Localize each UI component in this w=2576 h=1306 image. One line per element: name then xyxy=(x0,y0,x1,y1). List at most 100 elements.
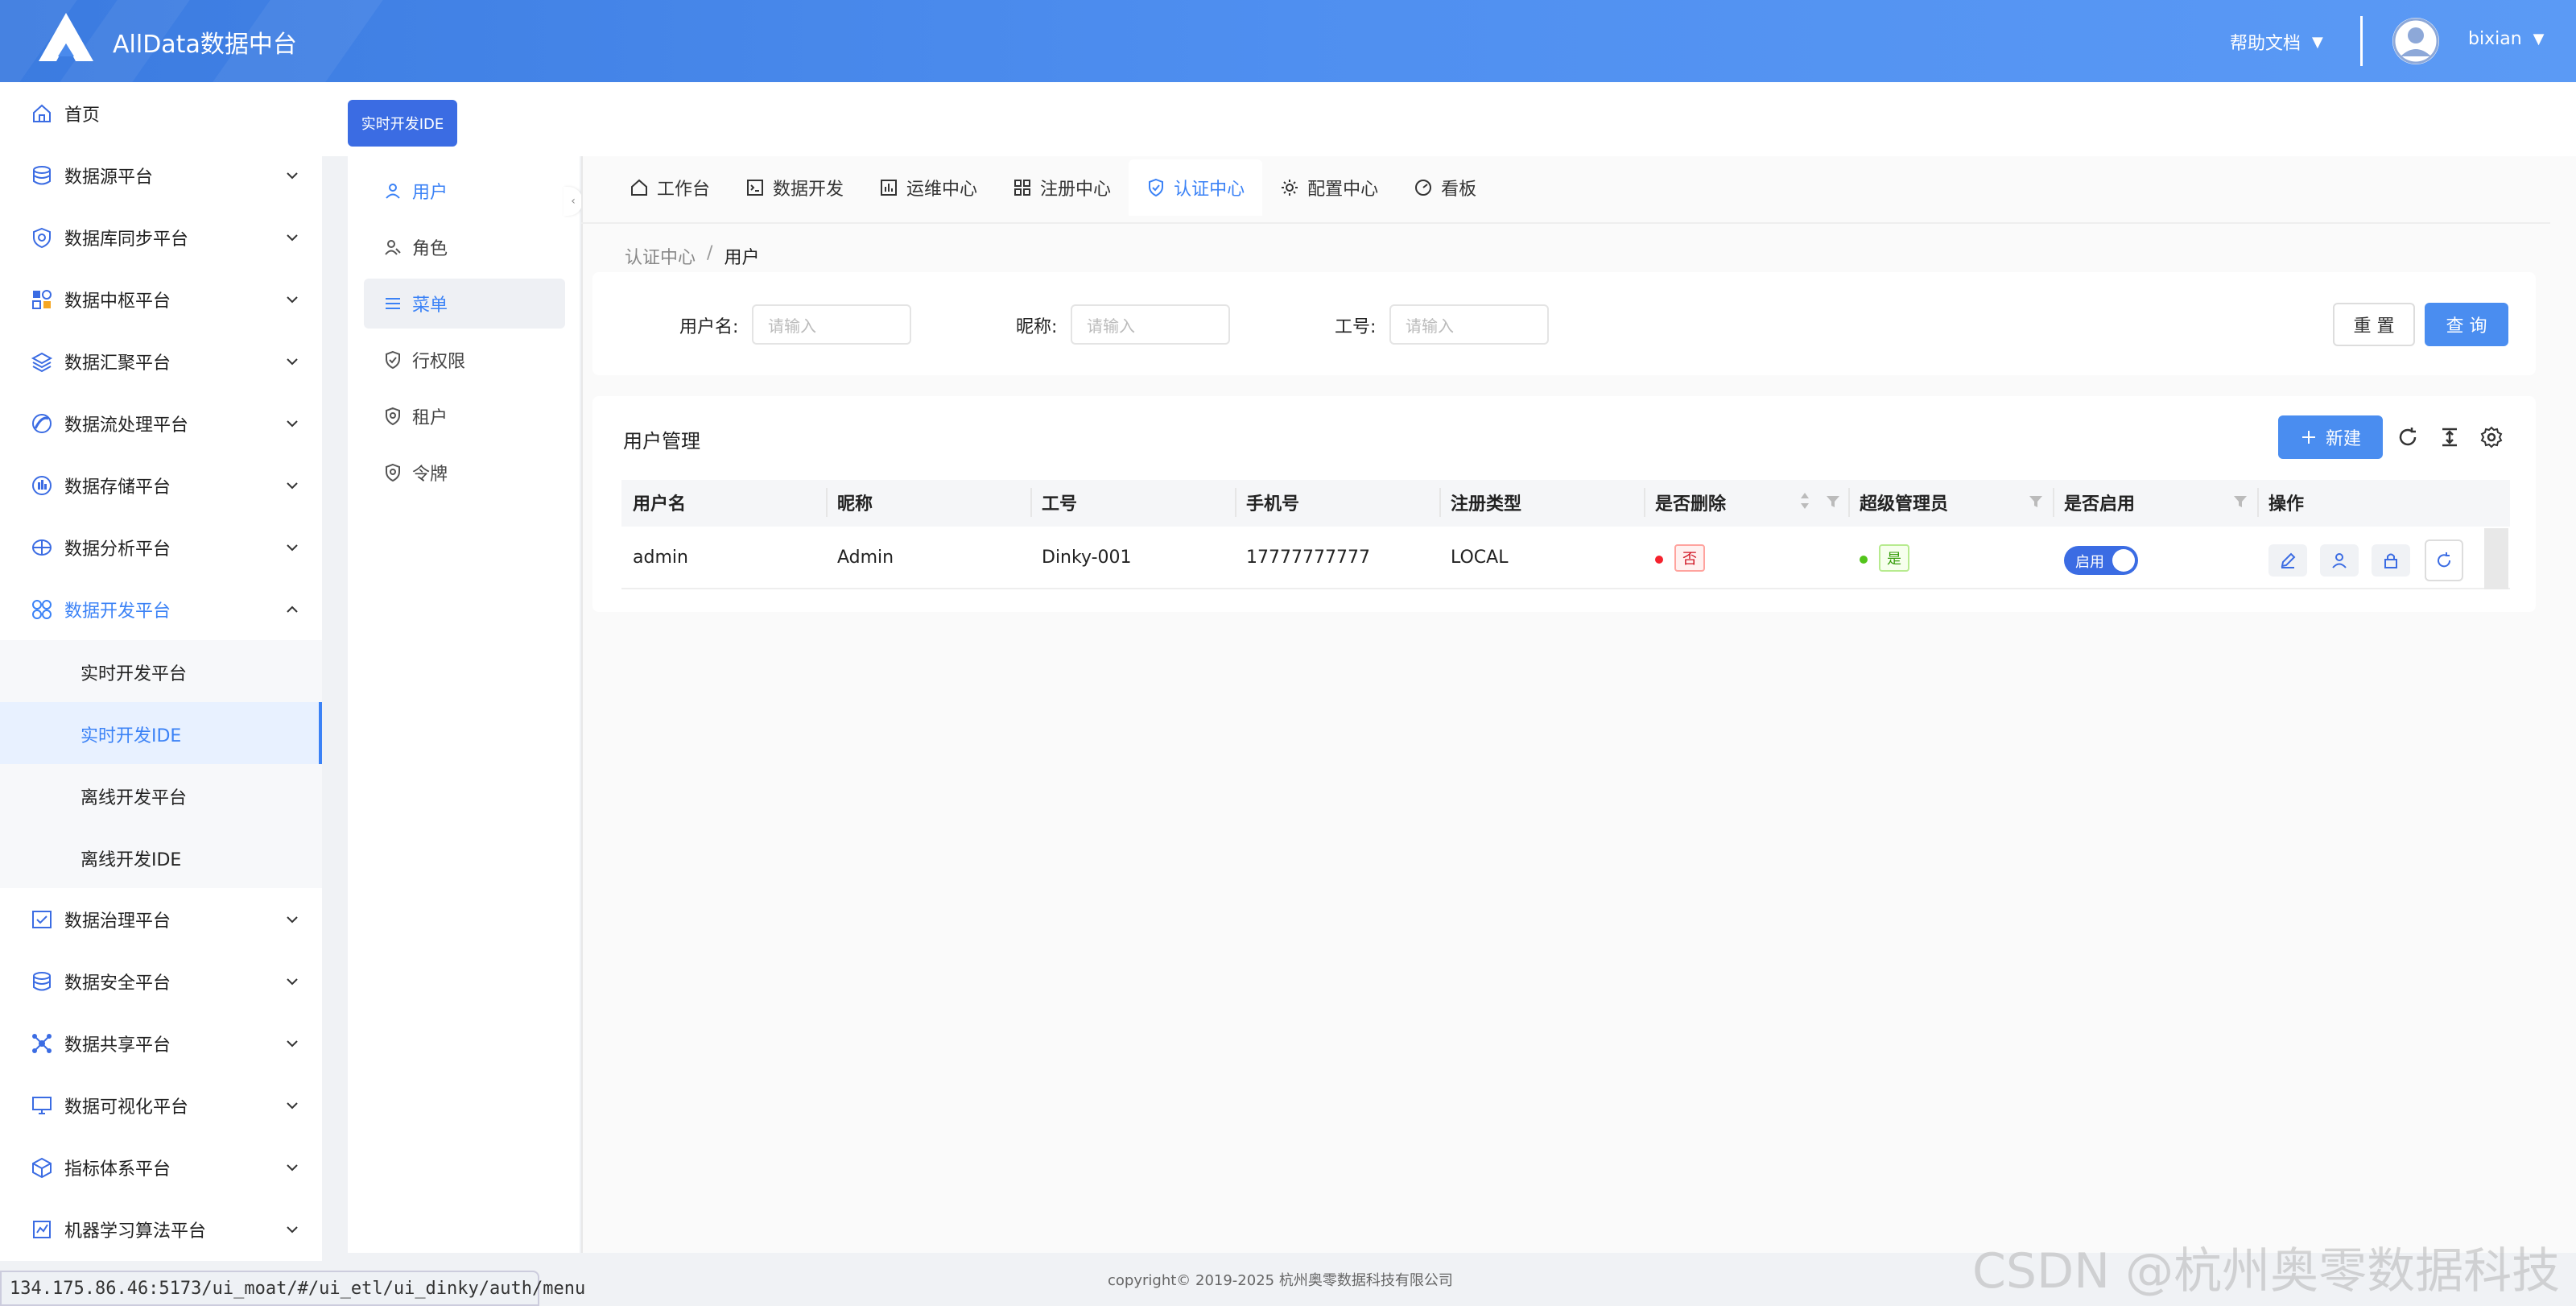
worknum-filter-label: 工号: xyxy=(1335,317,1377,337)
chevron-down-icon xyxy=(287,357,298,365)
user-avatar-icon xyxy=(2392,18,2439,64)
chevron-down-icon xyxy=(287,1163,298,1171)
chevron-down-icon xyxy=(287,977,298,985)
sidebar-item-datasource[interactable]: 数据源平台 xyxy=(0,144,322,206)
sidebar-item-governance[interactable]: 数据治理平台 xyxy=(0,888,322,950)
filter-icon[interactable] xyxy=(2027,493,2045,510)
auth-menu-item-menu[interactable]: 菜单 xyxy=(364,279,565,329)
sidebar-subitem-label: 离线开发IDE xyxy=(80,850,182,870)
enabled-toggle[interactable]: 启用 xyxy=(2064,546,2138,575)
sidebar-item-dbsync[interactable]: 数据库同步平台 xyxy=(0,206,322,268)
breadcrumb-parent[interactable]: 认证中心 xyxy=(625,243,696,269)
user-menu-dropdown[interactable]: bixian ▼ xyxy=(2468,29,2544,49)
sidebar-item-stream[interactable]: 数据流处理平台 xyxy=(0,392,322,454)
auth-menu-panel: 用户 角色 菜单 行权限 租户 令牌 xyxy=(348,156,580,1253)
input-placeholder: 请输入 xyxy=(768,316,816,336)
sidebar-item-devplatform[interactable]: 数据开发平台 xyxy=(0,578,322,640)
sidebar-subitem-label: 实时开发平台 xyxy=(80,664,188,684)
toggle-label: 启用 xyxy=(2075,554,2104,571)
table-row[interactable] xyxy=(621,528,2510,589)
sidebar-item-metrics[interactable]: 指标体系平台 xyxy=(0,1136,322,1198)
avatar[interactable] xyxy=(2392,18,2439,64)
auth-menu-item-user[interactable]: 用户 xyxy=(364,166,565,216)
page-tag-strip xyxy=(322,82,2576,156)
caret-down-icon: ▼ xyxy=(2533,31,2545,48)
sync-shield-icon xyxy=(33,227,51,248)
column-divider xyxy=(826,488,828,517)
alldata-logo-icon[interactable] xyxy=(37,11,95,63)
shield-check-icon xyxy=(386,350,400,370)
edit-button[interactable] xyxy=(2268,544,2307,577)
auth-menu-item-row-permission[interactable]: 行权限 xyxy=(364,335,565,385)
tab-auth-center[interactable]: 认证中心 xyxy=(1129,159,1263,216)
new-user-button[interactable]: 新建 xyxy=(2278,415,2383,459)
app-title[interactable]: AllData数据中台 xyxy=(113,24,297,60)
worknum-filter-input[interactable]: 请输入 xyxy=(1389,304,1549,345)
assign-role-button[interactable] xyxy=(2320,544,2359,577)
role-icon xyxy=(385,240,401,255)
username-filter-input[interactable]: 请输入 xyxy=(752,304,911,345)
sidebar-item-gather[interactable]: 数据汇聚平台 xyxy=(0,330,322,392)
sidebar-item-ml[interactable]: 机器学习算法平台 xyxy=(0,1198,322,1260)
sidebar-item-share[interactable]: 数据共享平台 xyxy=(0,1012,322,1074)
column-header: 手机号 xyxy=(1246,494,1300,515)
tab-dashboard[interactable]: 看板 xyxy=(1396,159,1494,216)
page-tag-realtime-ide[interactable]: 实时开发IDE xyxy=(348,100,457,147)
reset-password-button[interactable] xyxy=(2425,539,2463,581)
caret-down-icon: ▼ xyxy=(2312,33,2323,51)
storage-icon xyxy=(32,475,52,495)
nickname-filter-input[interactable]: 请输入 xyxy=(1071,304,1230,345)
layers-icon xyxy=(31,352,53,372)
sidebar-item-security[interactable]: 数据安全平台 xyxy=(0,950,322,1012)
sidebar-item-hub[interactable]: 数据中枢平台 xyxy=(0,268,322,330)
sidebar-item-analysis[interactable]: 数据分析平台 xyxy=(0,516,322,578)
sidebar-subitem-realtime-ide[interactable]: 实时开发IDE xyxy=(0,702,322,764)
tab-workbench[interactable]: 工作台 xyxy=(612,159,728,216)
sidebar-subitem-label: 离线开发平台 xyxy=(80,788,188,808)
sidebar-item-home[interactable]: 首页 xyxy=(0,82,322,144)
tab-data-dev[interactable]: 数据开发 xyxy=(728,159,861,216)
column-divider xyxy=(2053,488,2054,517)
sidebar-item-visualization[interactable]: 数据可视化平台 xyxy=(0,1074,322,1136)
tab-registry[interactable]: 注册中心 xyxy=(995,159,1129,216)
auth-menu-label: 角色 xyxy=(412,239,448,259)
help-docs-dropdown[interactable]: 帮助文档 ▼ xyxy=(2230,29,2323,55)
menu-icon xyxy=(386,298,400,309)
column-divider xyxy=(1439,488,1441,517)
sidebar-item-label: 数据共享平台 xyxy=(64,1035,171,1056)
table-title: 用户管理 xyxy=(623,430,700,453)
filter-icon[interactable] xyxy=(1824,493,1842,510)
settings-icon[interactable] xyxy=(2479,425,2504,449)
shield-token-icon xyxy=(386,463,400,482)
tab-ops[interactable]: 运维中心 xyxy=(861,159,995,216)
sidebar-subitem-offline-platform[interactable]: 离线开发平台 xyxy=(0,764,322,826)
gear-icon xyxy=(1282,180,1298,196)
change-password-button[interactable] xyxy=(2372,544,2410,577)
auth-menu-item-role[interactable]: 角色 xyxy=(364,222,565,272)
auth-menu-item-tenant[interactable]: 租户 xyxy=(364,391,565,441)
deleted-badge: 否 xyxy=(1674,544,1705,572)
reset-button[interactable]: 重 置 xyxy=(2333,303,2415,346)
chevron-down-icon xyxy=(287,419,298,427)
cell-username: admin xyxy=(633,548,688,568)
filter-icon[interactable] xyxy=(2231,493,2249,510)
edit-icon xyxy=(2281,552,2296,568)
refresh-icon[interactable] xyxy=(2396,425,2420,449)
breadcrumb-current: 用户 xyxy=(724,248,760,268)
sort-icon[interactable] xyxy=(1798,490,1811,512)
tab-label: 注册中心 xyxy=(1040,180,1112,200)
status-url-bar: 134.175.86.46:5173/ui_moat/#/ui_etl/ui_d… xyxy=(0,1271,585,1306)
cell-worknum: Dinky-001 xyxy=(1042,548,1132,568)
tab-config-center[interactable]: 配置中心 xyxy=(1262,159,1396,216)
column-height-icon[interactable] xyxy=(2438,425,2462,449)
sidebar-item-label: 数据分析平台 xyxy=(64,539,171,560)
sidebar-subitem-offline-ide[interactable]: 离线开发IDE xyxy=(0,826,322,888)
database-icon xyxy=(33,165,51,184)
auth-menu-item-token[interactable]: 令牌 xyxy=(364,448,565,498)
column-header: 是否删除 xyxy=(1655,494,1727,515)
sidebar-item-storage[interactable]: 数据存储平台 xyxy=(0,454,322,516)
sidebar-subitem-realtime-platform[interactable]: 实时开发平台 xyxy=(0,640,322,702)
table-scrollbar[interactable] xyxy=(2484,528,2508,589)
query-button[interactable]: 查 询 xyxy=(2425,303,2508,346)
security-db-icon xyxy=(33,971,51,990)
